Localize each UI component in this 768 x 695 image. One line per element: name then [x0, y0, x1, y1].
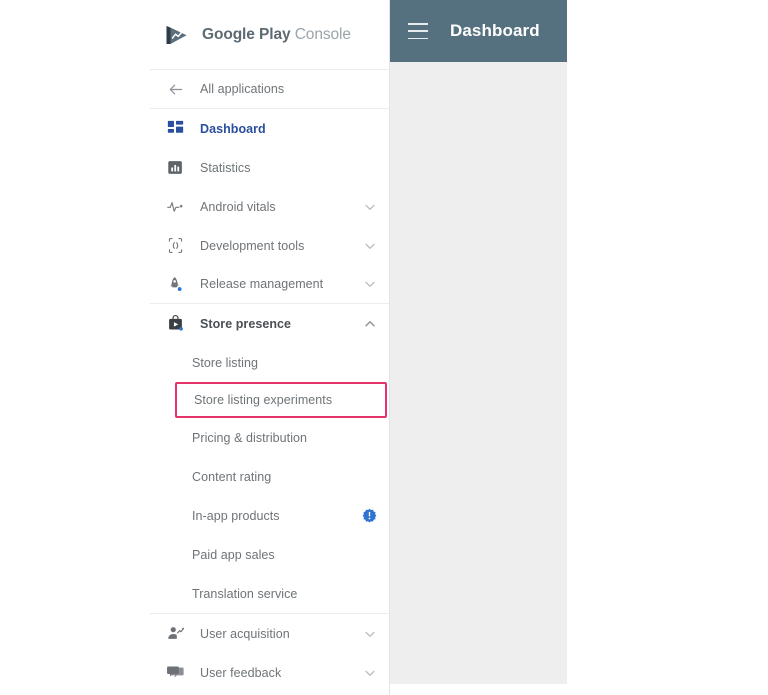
content-body [390, 62, 567, 684]
sidebar-item-release-management[interactable]: Release management [150, 265, 389, 304]
sidebar-subitem-translation-service-label: Translation service [192, 586, 298, 601]
hamburger-bar [408, 37, 428, 39]
sidebar-subitem-content-rating-label: Content rating [192, 469, 272, 484]
sidebar-item-store-presence-label: Store presence [200, 316, 292, 331]
sidebar-item-dashboard-label: Dashboard [200, 121, 266, 136]
sidebar-item-development-tools-label: Development tools [200, 238, 305, 253]
sidebar-item-development-tools[interactable]: Development tools [150, 226, 389, 265]
sidebar-item-statistics[interactable]: Statistics [150, 148, 389, 187]
sidebar-item-dashboard[interactable]: Dashboard [150, 109, 389, 148]
chat-bubbles-icon [164, 662, 186, 684]
sidebar-item-user-acquisition-label: User acquisition [200, 626, 290, 641]
page-title: Dashboard [450, 21, 540, 40]
sidebar-item-all-applications[interactable]: All applications [150, 70, 389, 109]
sidebar-item-user-feedback-label: User feedback [200, 665, 282, 680]
sidebar-subitem-in-app-products[interactable]: In-app products [150, 496, 389, 535]
sidebar-subitem-content-rating[interactable]: Content rating [150, 457, 389, 496]
hamburger-menu-icon[interactable] [408, 23, 428, 39]
sidebar-subitem-paid-app-sales[interactable]: Paid app sales [150, 535, 389, 574]
top-app-bar: Dashboard [390, 0, 567, 62]
statistics-bar-chart-icon [164, 157, 186, 179]
sidebar-subitem-store-listing-experiments[interactable]: Store listing experiments [175, 382, 387, 418]
brand-name-bold: Google Play [202, 25, 291, 43]
brand-name-console: Console [294, 25, 351, 43]
brand-header[interactable]: Google Play Console [150, 0, 389, 70]
arrow-left-icon [164, 78, 186, 100]
sidebar-subitem-in-app-products-label: In-app products [192, 508, 280, 523]
sidebar-item-android-vitals-label: Android vitals [200, 199, 276, 214]
chevron-down-icon[interactable] [363, 666, 377, 680]
user-trend-icon [164, 623, 186, 645]
hamburger-bar [408, 23, 428, 25]
sidebar-item-user-acquisition[interactable]: User acquisition [150, 614, 389, 653]
google-play-logo-icon [162, 20, 192, 50]
sidebar-subitem-pricing-distribution-label: Pricing & distribution [192, 430, 308, 445]
dashboard-grid-icon [164, 118, 186, 140]
chevron-up-icon[interactable] [363, 317, 377, 331]
code-braces-phone-icon [164, 235, 186, 257]
rocket-icon [164, 273, 186, 295]
chevron-down-icon[interactable] [363, 627, 377, 641]
hamburger-bar [408, 30, 428, 32]
sidebar-subitem-store-listing-experiments-label: Store listing experiments [194, 393, 333, 407]
sidebar-subitem-store-listing-label: Store listing [192, 355, 258, 370]
sidebar-item-all-applications-label: All applications [200, 82, 285, 96]
chevron-down-icon[interactable] [363, 277, 377, 291]
chevron-down-icon[interactable] [363, 200, 377, 214]
chevron-down-icon[interactable] [363, 239, 377, 253]
sidebar-subitem-translation-service[interactable]: Translation service [150, 574, 389, 613]
sidebar-item-statistics-label: Statistics [200, 160, 251, 175]
pulse-heartbeat-icon [164, 196, 186, 218]
sidebar-subitem-pricing-distribution[interactable]: Pricing & distribution [150, 418, 389, 457]
app-root: Google Play Console All applications Das… [0, 0, 768, 695]
sidebar-item-android-vitals[interactable]: Android vitals [150, 187, 389, 226]
sidebar-item-store-presence[interactable]: Store presence [150, 304, 389, 343]
store-bag-play-icon [164, 313, 186, 335]
sidebar-item-user-feedback[interactable]: User feedback [150, 653, 389, 692]
main-content-area: Dashboard [390, 0, 567, 684]
sidebar: Google Play Console All applications Das… [150, 0, 390, 695]
alert-exclamation-badge-icon [362, 508, 377, 523]
sidebar-subitem-paid-app-sales-label: Paid app sales [192, 547, 275, 562]
sidebar-subitem-store-listing[interactable]: Store listing [150, 343, 389, 382]
brand-text: Google Play Console [202, 26, 351, 44]
sidebar-item-release-management-label: Release management [200, 277, 324, 291]
